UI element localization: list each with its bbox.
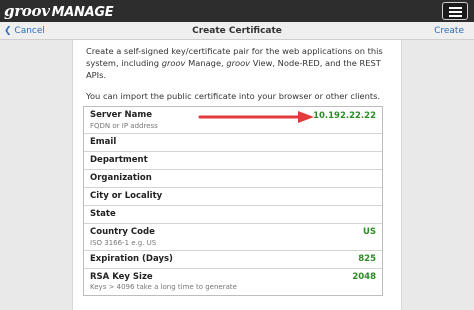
red-arrow-icon	[198, 111, 314, 123]
